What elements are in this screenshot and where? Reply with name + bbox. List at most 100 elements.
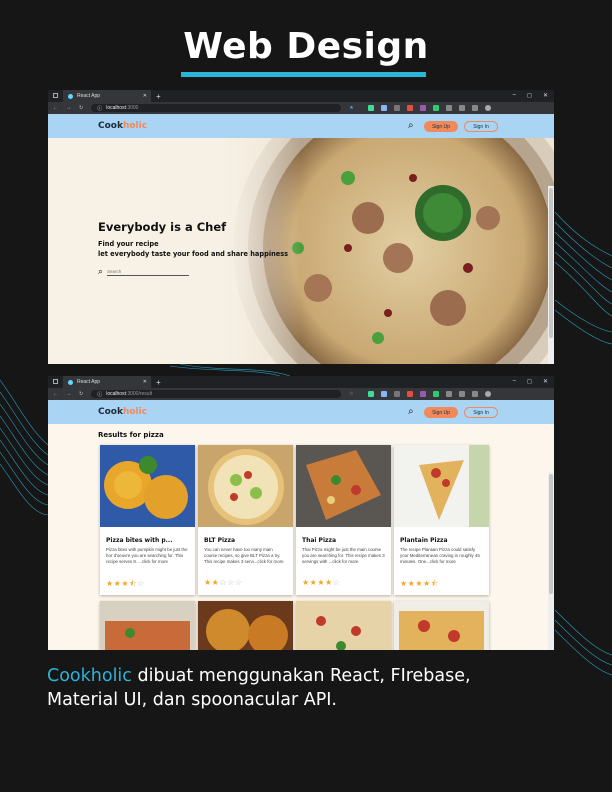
recipe-description: The recipe Plantain Pizza could satisfy … bbox=[400, 547, 480, 565]
app-logo[interactable]: Cookholic bbox=[98, 407, 147, 417]
search-icon[interactable]: ⌕ bbox=[408, 120, 414, 131]
react-favicon-icon bbox=[68, 93, 73, 99]
app-logo[interactable]: Cookholic bbox=[98, 121, 147, 131]
browser-tab[interactable]: React App ✕ bbox=[63, 376, 151, 388]
extension-icon[interactable] bbox=[458, 391, 465, 397]
search-icon: ⌕ bbox=[98, 266, 104, 276]
recipe-description: Thai Pizza might be just the main course… bbox=[302, 547, 385, 565]
browser-tab[interactable]: React App ✕ bbox=[63, 90, 151, 102]
scrollbar[interactable] bbox=[548, 186, 554, 364]
recipe-image bbox=[296, 601, 391, 650]
back-icon[interactable]: ← bbox=[53, 105, 58, 111]
search-icon[interactable]: ⌕ bbox=[408, 406, 414, 417]
recipe-title: BLT Pizza bbox=[204, 537, 236, 544]
forward-icon[interactable]: → bbox=[66, 105, 71, 111]
recipe-description: Pizza bites with pumpkin might be just t… bbox=[106, 547, 188, 565]
minimize-icon[interactable]: – bbox=[513, 378, 516, 385]
close-tab-icon[interactable]: ✕ bbox=[143, 93, 147, 99]
favorite-star-icon[interactable]: ☆ bbox=[349, 391, 353, 397]
extension-icon[interactable] bbox=[393, 391, 400, 397]
recipe-card[interactable]: Thai Pizza Thai Pizza might be just the … bbox=[296, 445, 391, 595]
extension-icon[interactable] bbox=[380, 105, 387, 111]
extension-icon[interactable] bbox=[393, 105, 400, 111]
extension-icon[interactable] bbox=[458, 105, 465, 111]
favorite-star-icon[interactable]: ★ bbox=[349, 105, 353, 111]
rating-stars: ★★★★☆ bbox=[302, 578, 341, 587]
recipe-card[interactable] bbox=[198, 601, 293, 650]
extension-icon[interactable] bbox=[471, 105, 478, 111]
extension-icon[interactable] bbox=[432, 105, 439, 111]
minimize-icon[interactable]: – bbox=[513, 92, 516, 99]
recipe-description: You can never have too many main course … bbox=[204, 547, 284, 565]
recipe-image bbox=[100, 445, 195, 527]
heading-underline bbox=[181, 72, 426, 77]
search-input[interactable]: Search bbox=[107, 267, 190, 276]
extension-icon[interactable] bbox=[445, 105, 452, 111]
new-tab-icon[interactable]: + bbox=[156, 378, 161, 387]
sign-up-button[interactable]: Sign Up bbox=[424, 407, 458, 418]
sign-in-button[interactable]: Sign In bbox=[464, 407, 498, 418]
reload-icon[interactable]: ↻ bbox=[79, 391, 83, 397]
maximize-icon[interactable]: ◻ bbox=[527, 378, 532, 385]
address-bar-row: ← → ↻ ⓘ localhost:3000 ★ bbox=[48, 102, 554, 114]
hero-line-2: let everybody taste your food and share … bbox=[98, 250, 289, 258]
recipe-image bbox=[198, 601, 293, 650]
recipe-card[interactable]: BLT Pizza You can never have too many ma… bbox=[198, 445, 293, 595]
url-host: localhost bbox=[106, 105, 126, 111]
extension-icon[interactable] bbox=[432, 391, 439, 397]
info-icon: ⓘ bbox=[97, 391, 103, 398]
sign-in-button[interactable]: Sign In bbox=[464, 121, 498, 132]
url-field[interactable]: ⓘ localhost:3000 bbox=[91, 104, 342, 112]
recipe-card[interactable]: Pizza bites with p... Pizza bites with p… bbox=[100, 445, 195, 595]
close-window-icon[interactable]: ✕ bbox=[543, 92, 548, 99]
window-menu-icon[interactable] bbox=[53, 93, 58, 98]
hero-text-block: Everybody is a Chef Find your recipe let… bbox=[98, 220, 288, 277]
forward-icon[interactable]: → bbox=[66, 391, 71, 397]
profile-avatar[interactable] bbox=[484, 391, 491, 397]
extension-icon[interactable] bbox=[380, 391, 387, 397]
close-tab-icon[interactable]: ✕ bbox=[143, 379, 147, 385]
profile-avatar[interactable] bbox=[484, 105, 491, 111]
hero-line-1: Find your recipe bbox=[98, 240, 159, 248]
back-icon[interactable]: ← bbox=[53, 391, 58, 397]
extension-icon[interactable] bbox=[419, 391, 426, 397]
rating-stars: ★★★★⯪ bbox=[400, 579, 439, 588]
scrollbar-thumb[interactable] bbox=[549, 474, 553, 594]
sign-up-button[interactable]: Sign Up bbox=[424, 121, 458, 132]
hero-title: Everybody is a Chef bbox=[98, 220, 227, 234]
react-favicon-icon bbox=[68, 379, 73, 385]
close-window-icon[interactable]: ✕ bbox=[543, 378, 548, 385]
extension-icon[interactable] bbox=[406, 391, 413, 397]
tab-bar: React App ✕ + – ◻ ✕ bbox=[48, 90, 554, 102]
info-icon: ⓘ bbox=[97, 105, 103, 112]
page-heading: Web Design bbox=[183, 26, 429, 67]
results-section: Results for pizza Pizza bites with p... … bbox=[48, 424, 554, 650]
extension-icon[interactable] bbox=[406, 105, 413, 111]
recipe-image bbox=[100, 601, 195, 650]
url-field[interactable]: ⓘ localhost:3000/result bbox=[91, 390, 342, 398]
new-tab-icon[interactable]: + bbox=[156, 92, 161, 101]
scrollbar-thumb[interactable] bbox=[549, 188, 553, 338]
maximize-icon[interactable]: ◻ bbox=[527, 92, 532, 99]
extensions bbox=[367, 391, 491, 397]
extension-icon[interactable] bbox=[367, 105, 374, 111]
extension-icon[interactable] bbox=[367, 391, 374, 397]
results-title: Results for pizza bbox=[98, 431, 164, 439]
browser-window-results: React App ✕ + – ◻ ✕ ← → ↻ ⓘ localhost:30… bbox=[48, 376, 554, 650]
reload-icon[interactable]: ↻ bbox=[79, 105, 83, 111]
recipe-card[interactable] bbox=[296, 601, 391, 650]
window-menu-icon[interactable] bbox=[53, 379, 58, 384]
extension-icon[interactable] bbox=[445, 391, 452, 397]
recipe-card[interactable] bbox=[100, 601, 195, 650]
recipe-card[interactable] bbox=[394, 601, 489, 650]
rating-stars: ★★★⯪☆ bbox=[106, 579, 145, 588]
app-navbar: Cookholic ⌕ Sign Up Sign In bbox=[48, 114, 554, 138]
extension-icon[interactable] bbox=[419, 105, 426, 111]
recipe-card[interactable]: Plantain Pizza The recipe Plantain Pizza… bbox=[394, 445, 489, 595]
extensions bbox=[367, 105, 491, 111]
tab-title: React App bbox=[77, 93, 101, 99]
url-rest: :3000/result bbox=[125, 391, 153, 397]
scrollbar[interactable] bbox=[548, 472, 554, 650]
recipe-image bbox=[394, 445, 489, 527]
extension-icon[interactable] bbox=[471, 391, 478, 397]
